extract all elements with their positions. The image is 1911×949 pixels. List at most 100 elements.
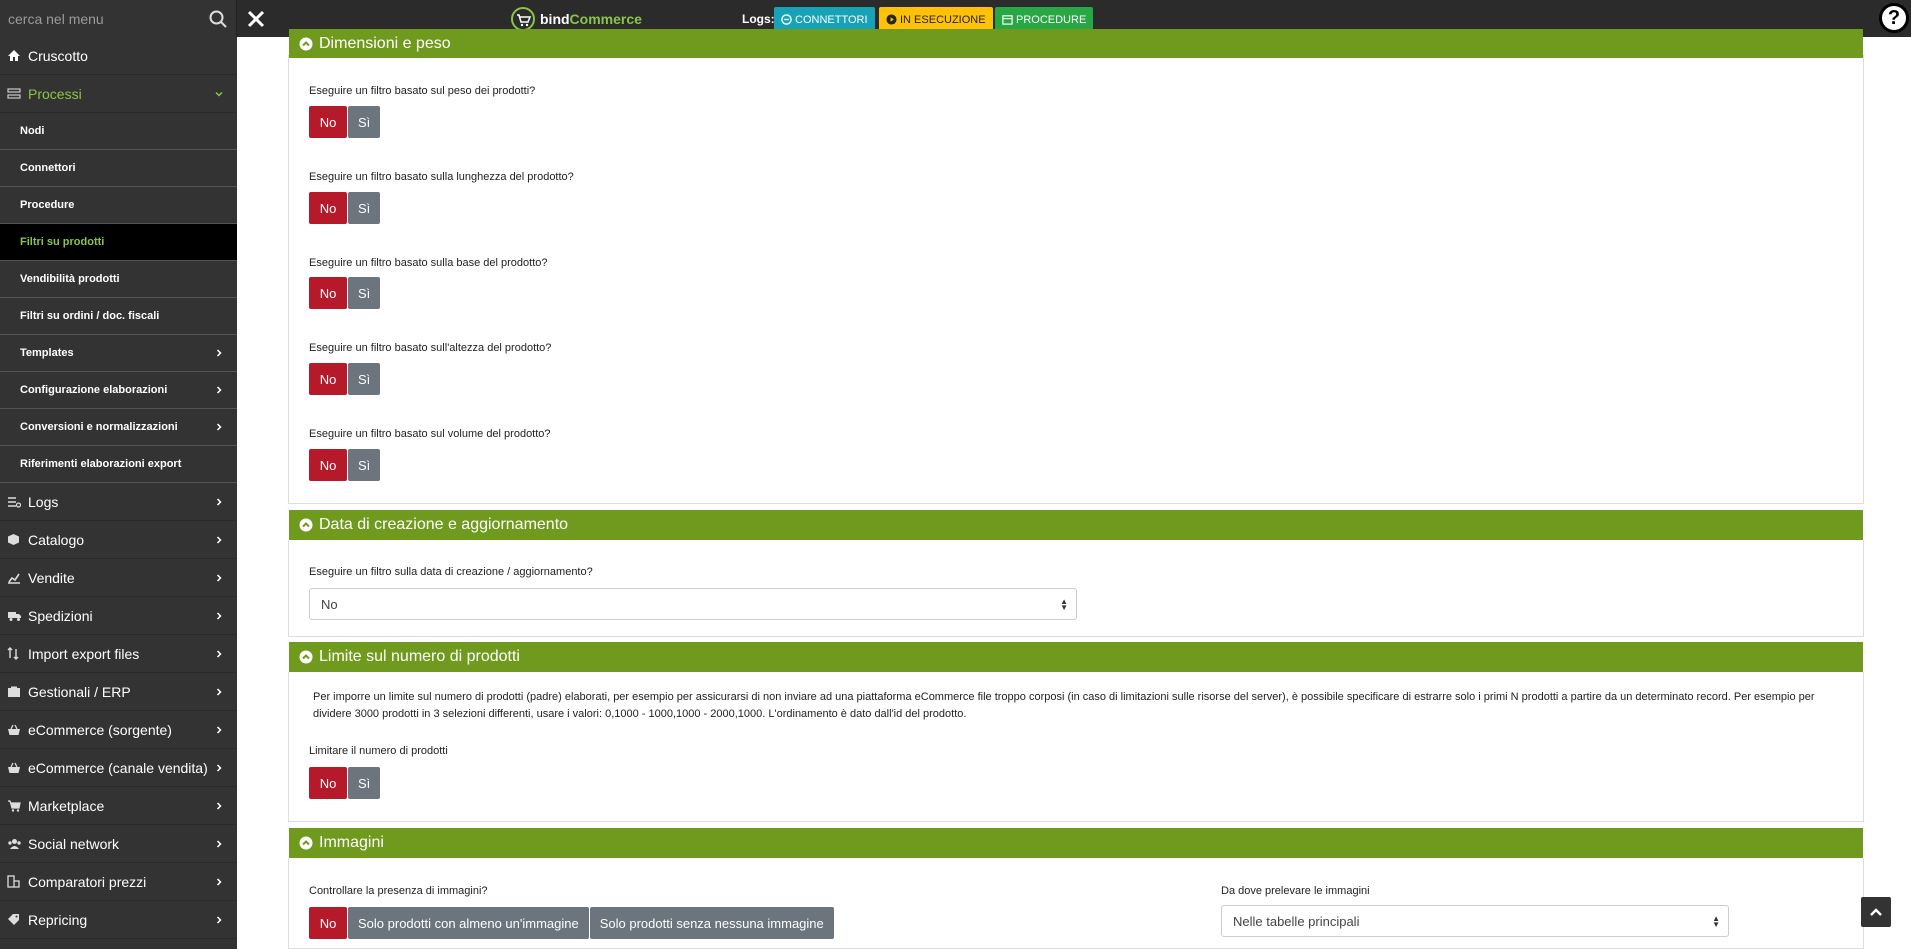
sidebar-sub-configurazione[interactable]: Configurazione elaborazioni — [0, 372, 237, 409]
si-button[interactable]: Sì — [348, 106, 381, 138]
sidebar-sub-riferimenti[interactable]: Riferimenti elaborazioni export — [0, 446, 237, 483]
sidebar-sub-label: Conversioni e normalizzazioni — [20, 421, 178, 433]
help-button[interactable]: ? — [1879, 3, 1909, 33]
chevron-right-icon — [216, 725, 222, 734]
section-title: Dimensioni e peso — [319, 34, 451, 52]
sidebar-item-gestionali[interactable]: Gestionali / ERP — [0, 673, 237, 711]
sidebar-item-comparatori[interactable]: Comparatori prezzi — [0, 863, 237, 901]
cart-icon — [0, 799, 28, 812]
data-filter-select[interactable]: No ▲ ▼ — [309, 588, 1077, 620]
sidebar-item-label: Logs — [28, 493, 59, 510]
chevron-right-icon — [216, 386, 222, 394]
logs-esecuzione-label: IN ESECUZIONE — [900, 13, 986, 26]
sidebar-item-ecommerce-sorgente[interactable]: eCommerce (sorgente) — [0, 711, 237, 749]
si-button[interactable]: Sì — [348, 449, 381, 481]
no-button[interactable]: No — [309, 106, 347, 138]
no-button[interactable]: No — [309, 192, 347, 224]
toggle-volume: No Sì — [309, 449, 381, 481]
close-menu-button[interactable] — [240, 3, 272, 35]
section-title: Immagini — [319, 834, 384, 851]
chevron-down-icon — [215, 91, 223, 97]
chevron-up-circle-icon — [299, 518, 313, 532]
sidebar-item-label: Processi — [28, 85, 82, 102]
search-input[interactable] — [0, 0, 205, 37]
no-button[interactable]: No — [309, 277, 347, 309]
sidebar-sub-nodi[interactable]: Nodi — [0, 113, 237, 150]
processes-icon — [0, 87, 28, 100]
sidebar-item-social[interactable]: Social network — [0, 825, 237, 863]
image-source-select[interactable]: Nelle tabelle principali ▲ ▼ — [1221, 905, 1729, 937]
section-header-data[interactable]: Data di creazione e aggiornamento — [289, 510, 1863, 540]
sidebar-item-label: Repricing — [28, 911, 88, 928]
building-icon — [0, 686, 28, 698]
scroll-top-button[interactable] — [1861, 897, 1891, 927]
si-button[interactable]: Sì — [348, 277, 381, 309]
sidebar-item-vendite[interactable]: Vendite — [0, 559, 237, 597]
no-button[interactable]: No — [309, 907, 347, 939]
sidebar-item-cruscotto[interactable]: Cruscotto — [0, 37, 237, 75]
no-button[interactable]: No — [309, 449, 347, 481]
sidebar-sub-connettori[interactable]: Connettori — [0, 150, 237, 187]
sidebar-sub-templates[interactable]: Templates — [0, 335, 237, 372]
senza-immagine-button[interactable]: Solo prodotti senza nessuna immagine — [589, 907, 834, 939]
sidebar-item-catalogo[interactable]: Catalogo — [0, 521, 237, 559]
toggle-peso: No Sì — [309, 106, 381, 138]
sidebar-sub-label: Filtri su ordini / doc. fiscali — [20, 310, 160, 322]
select-arrows-icon: ▲ ▼ — [1060, 597, 1068, 612]
section-header-limite[interactable]: Limite sul numero di prodotti — [289, 642, 1863, 672]
sidebar-item-spedizioni[interactable]: Spedizioni — [0, 597, 237, 635]
brand-name-commerce: Commerce — [569, 11, 642, 27]
section-title: Data di creazione e aggiornamento — [319, 516, 569, 533]
sidebar-item-label: Comparatori prezzi — [28, 873, 147, 890]
basket-icon — [0, 724, 28, 736]
no-button[interactable]: No — [309, 363, 347, 395]
toggle-immagini: No Solo prodotti con almeno un'immagine … — [309, 907, 834, 939]
sidebar-sub-label: Connettori — [20, 162, 76, 174]
sidebar-sub-filtri-ordini[interactable]: Filtri su ordini / doc. fiscali — [0, 298, 237, 335]
sidebar-item-processi[interactable]: Processi — [0, 75, 237, 113]
sidebar-item-label: Cruscotto — [28, 47, 88, 64]
si-button[interactable]: Sì — [348, 363, 381, 395]
menu-search — [0, 0, 237, 37]
question-lunghezza: Eseguire un filtro basato sulla lunghezz… — [309, 171, 574, 183]
section-header-immagini[interactable]: Immagini — [289, 828, 1863, 858]
sidebar-sub-conversioni[interactable]: Conversioni e normalizzazioni — [0, 409, 237, 446]
no-button[interactable]: No — [309, 767, 347, 799]
sidebar-item-ecommerce-canale[interactable]: eCommerce (canale vendita) — [0, 749, 237, 787]
users-icon — [0, 838, 28, 850]
sidebar-item-repricing[interactable]: Repricing — [0, 901, 237, 939]
almeno-immagine-button[interactable]: Solo prodotti con almeno un'immagine — [348, 907, 589, 939]
truck-icon — [0, 610, 28, 622]
brand-name-bind: bind — [540, 11, 570, 27]
question-volume: Eseguire un filtro basato sul volume del… — [309, 428, 551, 440]
sidebar-sub-vendibilita[interactable]: Vendibilità prodotti — [0, 261, 237, 298]
chevron-right-icon — [216, 611, 222, 620]
si-button[interactable]: Sì — [348, 192, 381, 224]
source-label: Da dove prelevare le immagini — [1221, 885, 1370, 897]
sidebar-item-label: eCommerce (canale vendita) — [28, 759, 208, 776]
sidebar-sub-filtri-prodotti[interactable]: Filtri su prodotti — [0, 224, 237, 261]
sidebar-item-label: Import export files — [28, 645, 140, 662]
sidebar-item-marketplace[interactable]: Marketplace — [0, 787, 237, 825]
sidebar-item-label: Spedizioni — [28, 607, 93, 624]
section-header-dimensioni[interactable]: Dimensioni e peso — [289, 29, 1863, 58]
search-icon[interactable] — [208, 9, 228, 29]
sidebar-item-import-export[interactable]: Import export files — [0, 635, 237, 673]
chevron-right-icon — [216, 915, 222, 924]
sidebar-sub-label: Nodi — [20, 125, 45, 137]
chevron-right-icon — [216, 497, 222, 506]
compare-icon — [0, 875, 28, 888]
basket-icon — [0, 762, 28, 774]
si-button[interactable]: Sì — [348, 767, 381, 799]
sidebar-item-logs[interactable]: Logs — [0, 483, 237, 521]
select-arrows-icon: ▲ ▼ — [1712, 914, 1720, 929]
logs-label: Logs: — [742, 12, 775, 26]
sidebar-sub-procedure[interactable]: Procedure — [0, 187, 237, 224]
chevron-up-icon — [1870, 908, 1882, 916]
chevron-right-icon — [216, 573, 222, 582]
play-circle-icon — [886, 14, 897, 25]
chevron-right-icon — [216, 687, 222, 696]
question-immagini: Controllare la presenza di immagini? — [309, 885, 488, 897]
sidebar-sub-label: Riferimenti elaborazioni export — [20, 458, 182, 470]
chevron-up-circle-icon — [299, 37, 313, 50]
